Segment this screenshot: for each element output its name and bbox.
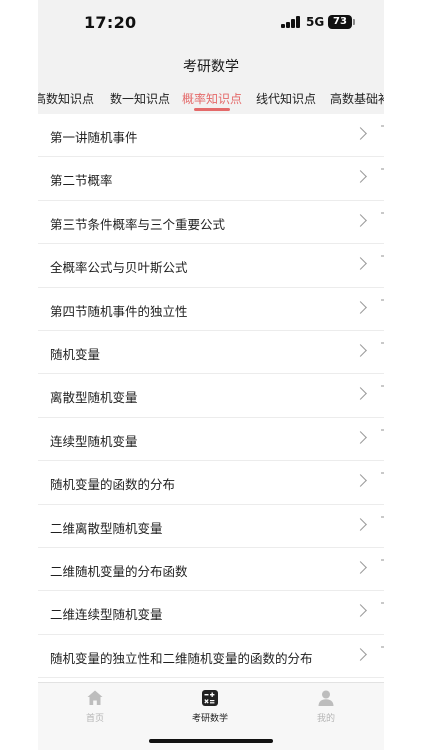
tabbar-label: 首页 <box>85 714 104 724</box>
list-item[interactable]: 第三节条件概率与三个重要公式 <box>38 200 384 245</box>
edge-mark <box>381 559 384 561</box>
active-tab-indicator <box>194 108 230 111</box>
battery-level: 73 <box>333 16 347 27</box>
chevron-right-icon <box>354 517 367 531</box>
tabbar-math[interactable]: 考研数学 <box>170 689 250 729</box>
list-item-label: 随机变量的函数的分布 <box>50 477 176 493</box>
edge-mark <box>381 211 384 214</box>
tabbar-profile[interactable]: 我的 <box>286 689 366 729</box>
list-item-label: 连续型随机变量 <box>50 433 138 449</box>
edge-mark <box>381 385 384 388</box>
edge-mark <box>381 428 384 431</box>
list-item[interactable]: 全概率公式与贝叶斯公式 <box>38 244 384 288</box>
list-item[interactable]: 第一讲随机事件 <box>38 114 384 158</box>
chevron-right-icon <box>354 170 367 184</box>
edge-mark <box>381 125 384 127</box>
tab-linear-algebra[interactable]: 线代知识点 <box>256 90 316 110</box>
edge-mark <box>381 298 384 301</box>
topic-list: 第一讲随机事件 第二节概率 第三节条件概率与三个重要公式 全概率公式与贝叶斯公式… <box>38 114 384 682</box>
chevron-right-icon <box>354 387 367 401</box>
edge-mark <box>381 255 384 258</box>
tab-probability[interactable]: 概率知识点 <box>182 90 242 110</box>
app-screen: 17:20 5G 73 考研数学 高数知识点 数一知识点 概率知识点 线代知识点… <box>38 0 384 750</box>
list-item[interactable]: 第四节随机事件的独立性 <box>38 287 384 331</box>
chevron-right-icon <box>354 127 367 140</box>
chevron-right-icon <box>354 344 367 357</box>
status-time: 17:20 <box>84 13 137 32</box>
edge-mark <box>381 602 384 605</box>
list-item-label: 二维随机变量的分布函数 <box>50 564 188 579</box>
list-item[interactable]: 二维离散型随机变量 <box>38 504 384 548</box>
list-item[interactable]: 随机变量的独立性和二维随机变量的函数的分布 <box>38 634 384 679</box>
chevron-right-icon <box>354 561 367 574</box>
list-item-label: 随机变量 <box>50 347 101 362</box>
list-item[interactable]: 连续型随机变量 <box>38 417 384 462</box>
list-item[interactable]: 第二节概率 <box>38 157 384 201</box>
list-item-label: 离散型随机变量 <box>50 390 138 406</box>
chevron-right-icon <box>354 300 367 314</box>
edge-mark <box>381 472 384 475</box>
edge-mark <box>381 342 384 344</box>
chevron-right-icon <box>354 647 367 661</box>
edge-mark <box>381 168 384 171</box>
tab-calculus[interactable]: 高数知识点 <box>38 90 94 110</box>
category-tabs: 高数知识点 数一知识点 概率知识点 线代知识点 高数基础补 <box>38 84 384 114</box>
home-indicator <box>149 739 273 743</box>
chevron-right-icon <box>354 604 367 618</box>
tabbar-label: 考研数学 <box>191 714 228 724</box>
tab-math-one[interactable]: 数一知识点 <box>110 90 170 110</box>
list-item[interactable]: 随机变量的函数的分布 <box>38 461 384 505</box>
signal-icon <box>281 16 301 28</box>
edge-mark <box>381 645 384 648</box>
list-item[interactable]: 二维随机变量的分布函数 <box>38 548 384 592</box>
list-item-label: 第一讲随机事件 <box>50 130 138 145</box>
list-item[interactable]: 离散型随机变量 <box>38 374 384 418</box>
home-icon <box>87 690 103 705</box>
header: 考研数学 <box>38 46 384 84</box>
list-item-label: 二维离散型随机变量 <box>50 520 163 536</box>
tab-calculus-basics[interactable]: 高数基础补 <box>330 90 384 110</box>
list-item-label: 第四节随机事件的独立性 <box>50 303 188 319</box>
tabbar-home[interactable]: 首页 <box>55 689 135 729</box>
list-item-label: 随机变量的独立性和二维随机变量的函数的分布 <box>50 650 313 666</box>
chevron-right-icon <box>354 430 367 444</box>
status-bar: 17:20 5G 73 <box>38 0 384 46</box>
edge-mark <box>381 515 384 518</box>
calculator-icon <box>202 690 218 706</box>
list-item-label: 第二节概率 <box>50 173 113 189</box>
page-title: 考研数学 <box>183 59 239 75</box>
chevron-right-icon <box>354 257 367 271</box>
list-item-label: 全概率公式与贝叶斯公式 <box>50 260 188 276</box>
network-label: 5G <box>306 15 325 29</box>
chevron-right-icon <box>354 213 367 227</box>
list-item[interactable]: 二维连续型随机变量 <box>38 591 384 635</box>
list-item-label: 二维连续型随机变量 <box>50 607 163 623</box>
list-item-label: 第三节条件概率与三个重要公式 <box>50 216 226 232</box>
list-item[interactable]: 随机变量 <box>38 331 384 375</box>
battery-cap <box>353 19 355 25</box>
user-icon <box>318 690 334 706</box>
tabbar-label: 我的 <box>316 714 335 724</box>
battery-icon: 73 <box>328 15 352 29</box>
chevron-right-icon <box>354 474 367 488</box>
